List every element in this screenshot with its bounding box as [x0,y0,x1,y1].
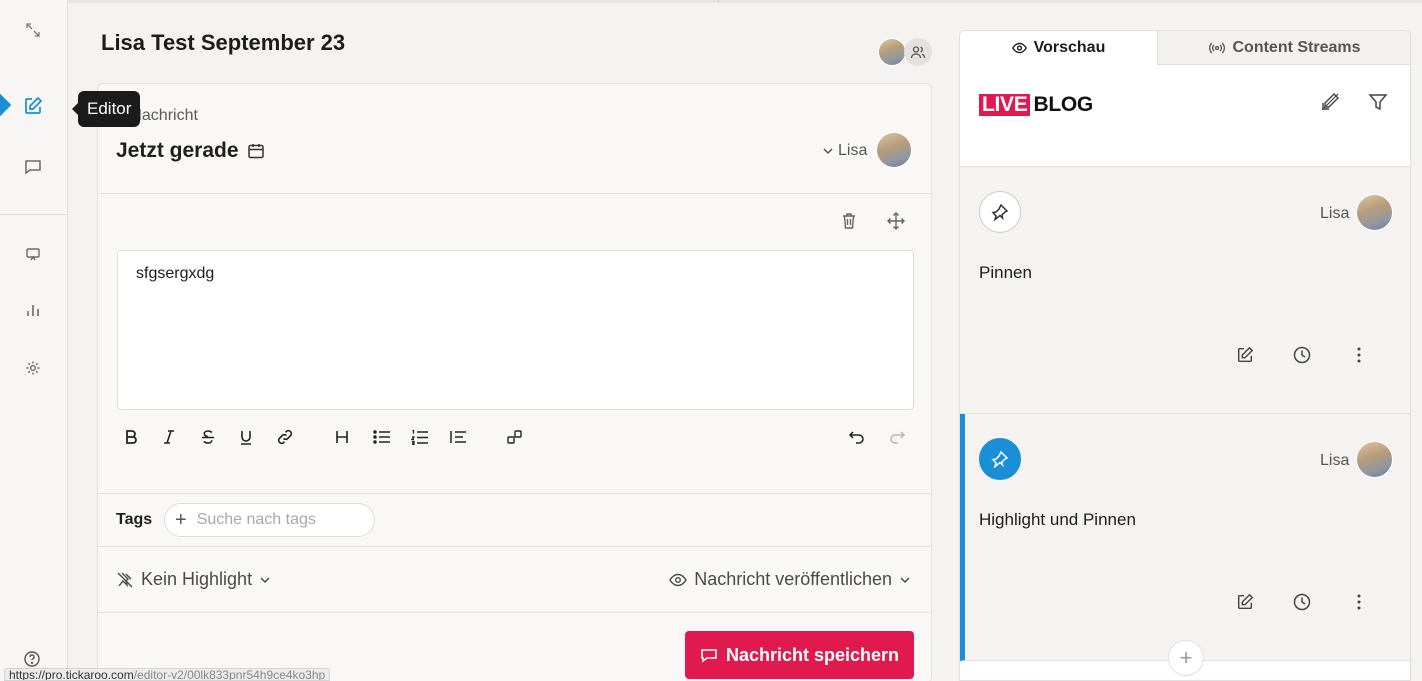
message-icon [700,646,718,664]
tags-label: Tags [116,511,153,528]
author-avatar [876,132,912,168]
post-avatar [1356,441,1393,478]
heading-button[interactable] [330,425,354,449]
publish-label: Nachricht veröffentlichen [694,569,892,589]
save-message-button[interactable]: Nachricht speichern [685,631,914,679]
chevron-down-icon [899,574,911,586]
highlight-label: Kein Highlight [141,569,253,589]
clock-icon[interactable] [1290,343,1314,367]
post-text: Highlight und Pinnen [979,510,1136,529]
logo-blog: BLOG [1033,93,1093,116]
active-nav-marker [0,93,12,117]
preview-tabs: Vorschau Content Streams [960,31,1410,65]
page-title: Lisa Test September 23 [101,30,346,55]
post-avatar [1356,194,1393,231]
stats-icon[interactable] [22,299,44,321]
edit-icon[interactable] [1233,590,1257,614]
embed-button[interactable] [503,425,527,449]
collapse-icon[interactable] [22,19,44,41]
underline-button[interactable] [234,425,258,449]
status-bar-url: https://pro.tickaroo.com/editor-v2/00lk8… [4,668,331,681]
pin-icon[interactable] [979,191,1021,233]
publish-select[interactable]: Nachricht veröffentlichen [669,569,911,590]
format-toolbar [117,422,914,452]
edit-icon[interactable] [1233,343,1257,367]
chevron-down-icon [822,145,834,157]
more-options-icon[interactable] [1347,590,1371,614]
plus-icon: + [175,509,187,531]
link-button[interactable] [273,425,297,449]
sidebar [0,0,68,681]
help-icon[interactable] [23,650,41,668]
logo-live: LIVE [979,94,1031,116]
bold-button[interactable] [119,425,143,449]
trash-icon[interactable] [837,209,861,233]
blockquote-button[interactable] [446,425,470,449]
options-row: Kein Highlight Nachricht veröffentlichen [98,547,931,613]
sidebar-divider [0,214,68,215]
save-message-label: Nachricht speichern [725,644,900,665]
author-name: Lisa [838,142,868,159]
highlight-select[interactable]: Kein Highlight [116,569,271,590]
italic-button[interactable] [157,425,181,449]
editor-content[interactable]: sfgsergxdg [136,265,214,283]
add-post-button[interactable]: + [1168,640,1204,676]
collaborators[interactable] [878,38,932,66]
undo-button[interactable] [845,425,869,449]
users-icon[interactable] [904,38,932,66]
liveblog-logo: LIVE BLOG [979,93,1093,117]
no-highlight-icon [116,571,134,589]
comments-icon[interactable] [22,156,44,178]
text-editor[interactable]: sfgsergxdg [117,250,914,410]
preview-header: LIVE BLOG [960,65,1410,167]
tags-placeholder: Suche nach tags [196,511,316,528]
post-card-highlighted: Lisa Highlight und Pinnen [960,414,1410,661]
presentation-icon[interactable] [22,243,44,265]
move-icon[interactable] [884,209,908,233]
settings-icon[interactable] [22,357,44,379]
redo-button[interactable] [885,425,909,449]
post-text: Pinnen [979,263,1032,282]
avatar [878,38,906,66]
clock-icon[interactable] [1290,590,1314,614]
eye-icon [669,573,688,587]
preview-panel: Vorschau Content Streams LIVE BLOG Lisa … [959,30,1411,681]
post-author: Lisa [1320,452,1350,469]
status-url-host: https://pro.tickaroo.com [9,668,134,681]
bullet-list-button[interactable] [370,425,394,449]
author-select[interactable]: Lisa [822,142,867,160]
tab-preview-label: Vorschau [1033,39,1106,56]
more-options-icon[interactable] [1347,343,1371,367]
tab-content-streams[interactable]: Content Streams [1157,31,1410,65]
broadcast-icon [1209,42,1226,54]
post-card: Lisa Pinnen [960,167,1410,414]
tags-row: Tags + Suche nach tags [98,493,931,547]
tab-preview[interactable]: Vorschau [960,31,1157,65]
message-time[interactable]: Jetzt gerade [116,139,265,163]
main-area: Lisa Test September 23 e Nachricht Jetzt… [68,3,958,681]
post-author: Lisa [1320,205,1350,222]
pin-icon[interactable] [979,438,1021,480]
status-url-path: /editor-v2/00lk833pnr54h9ce4ko3hp [133,668,326,681]
calendar-icon[interactable] [247,142,265,160]
numbered-list-button[interactable] [408,425,432,449]
tags-search-input[interactable]: + Suche nach tags [164,503,375,537]
tab-content-streams-label: Content Streams [1232,38,1361,56]
edit-off-icon[interactable] [1318,90,1342,114]
eye-icon [1011,42,1027,54]
message-composer: e Nachricht Jetzt gerade Lisa sfgsergxdg… [97,83,932,681]
editor-tooltip: Editor [71,91,141,127]
editor-icon[interactable] [22,95,44,117]
composer-header: e Nachricht Jetzt gerade Lisa [98,84,931,194]
chevron-down-icon [259,574,271,586]
filter-icon[interactable] [1366,90,1390,114]
strikethrough-button[interactable] [196,425,220,449]
message-time-label: Jetzt gerade [116,139,239,162]
